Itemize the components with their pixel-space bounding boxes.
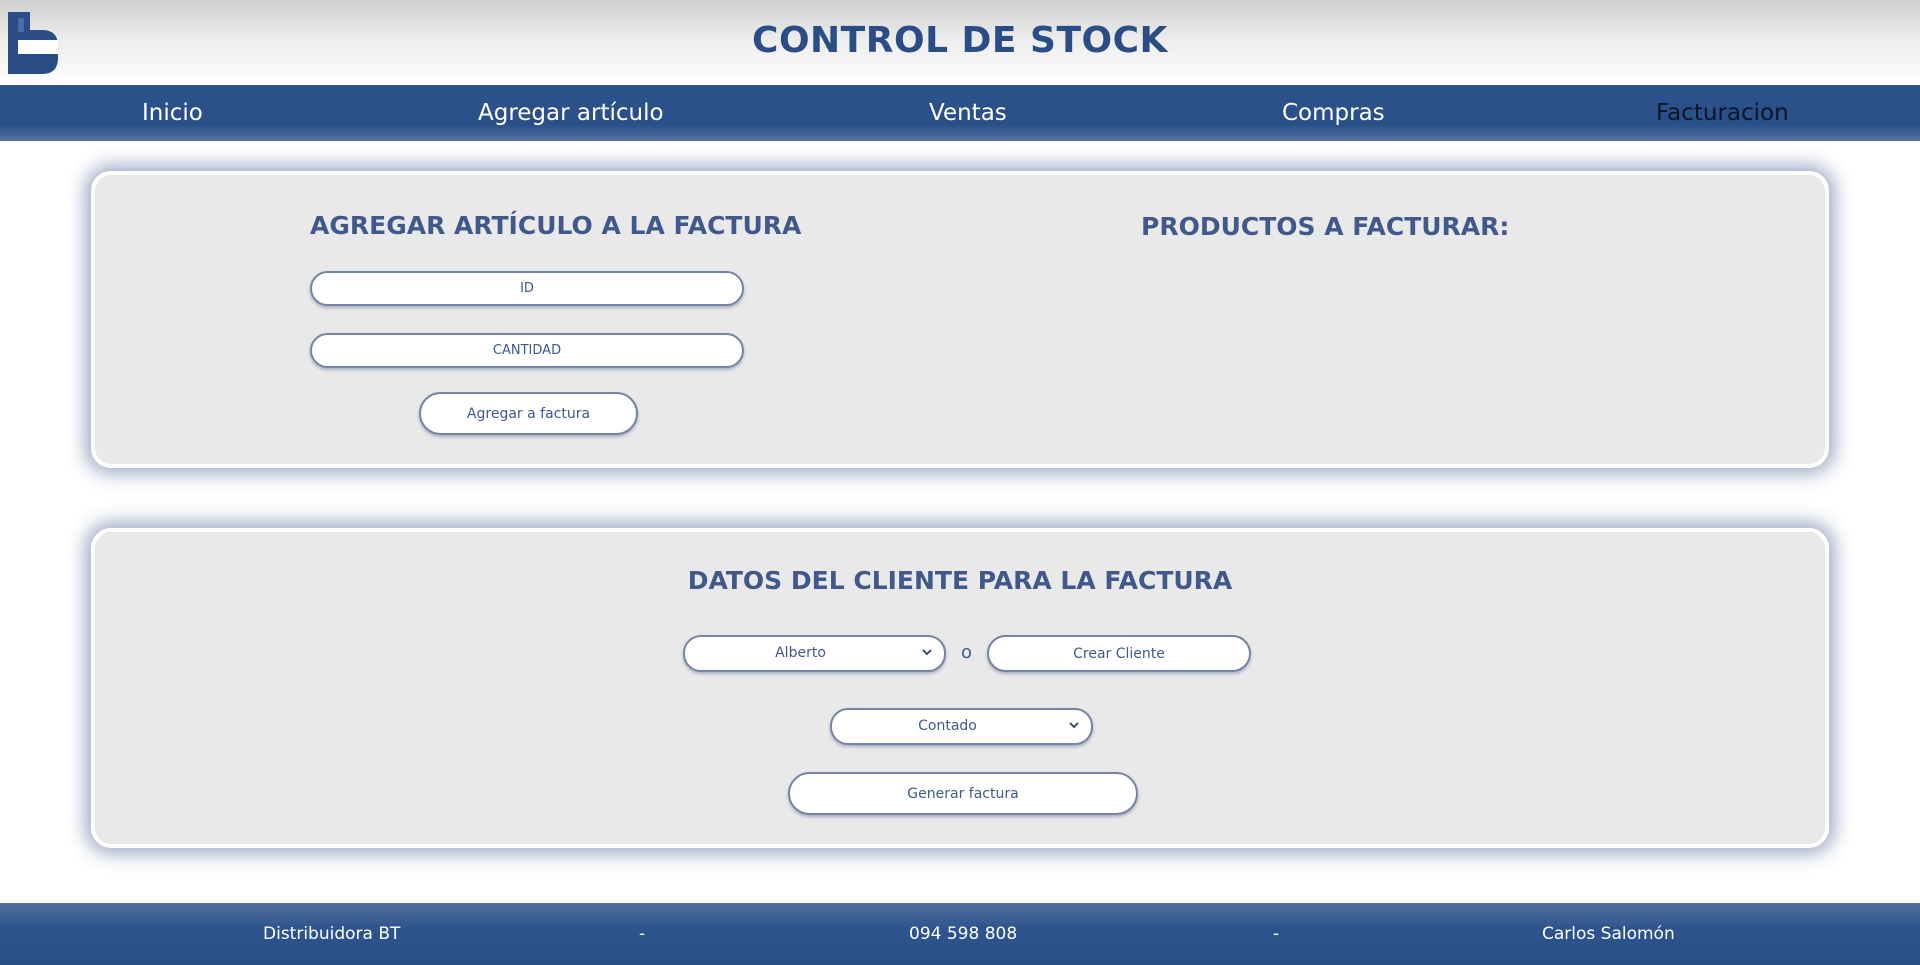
add-item-card: AGREGAR ARTÍCULO A LA FACTURA Agregar a …: [91, 171, 1829, 468]
create-client-button[interactable]: Crear Cliente: [987, 635, 1251, 672]
nav-item-ventas[interactable]: Ventas: [929, 85, 1007, 141]
payment-type-select[interactable]: Contado: [830, 708, 1093, 745]
footer-company: Distribuidora BT: [263, 924, 401, 944]
client-select-value: Alberto: [775, 645, 826, 661]
add-to-invoice-button[interactable]: Agregar a factura: [419, 392, 638, 435]
client-data-title: DATOS DEL CLIENTE PARA LA FACTURA: [687, 566, 1233, 595]
footer-author: Carlos Salomón: [1542, 924, 1675, 944]
quantity-input[interactable]: [310, 333, 744, 368]
products-to-invoice-title: PRODUCTOS A FACTURAR:: [1141, 212, 1510, 241]
footer-phone: 094 598 808: [909, 924, 1018, 944]
add-item-title: AGREGAR ARTÍCULO A LA FACTURA: [310, 211, 802, 240]
nav-item-agregar-articulo[interactable]: Agregar artículo: [478, 85, 664, 141]
footer-separator: -: [639, 924, 646, 944]
client-data-card: DATOS DEL CLIENTE PARA LA FACTURA Albert…: [91, 528, 1829, 848]
app-title: CONTROL DE STOCK: [752, 20, 1168, 61]
generate-invoice-button[interactable]: Generar factura: [788, 772, 1138, 815]
or-separator: o: [961, 642, 973, 663]
nav-item-facturacion[interactable]: Facturacion: [1656, 85, 1789, 141]
main-nav: Inicio Agregar artículo Ventas Compras F…: [0, 85, 1920, 141]
footer-separator: -: [1273, 924, 1280, 944]
payment-type-value: Contado: [918, 718, 977, 734]
id-input[interactable]: [310, 271, 744, 306]
nav-item-inicio[interactable]: Inicio: [142, 85, 203, 141]
client-select[interactable]: Alberto: [683, 635, 946, 672]
footer: Distribuidora BT - 094 598 808 - Carlos …: [0, 903, 1920, 965]
chevron-down-icon: [1069, 722, 1079, 729]
chevron-down-icon: [922, 649, 932, 656]
nav-item-compras[interactable]: Compras: [1282, 85, 1385, 141]
top-header: CONTROL DE STOCK: [0, 0, 1920, 85]
